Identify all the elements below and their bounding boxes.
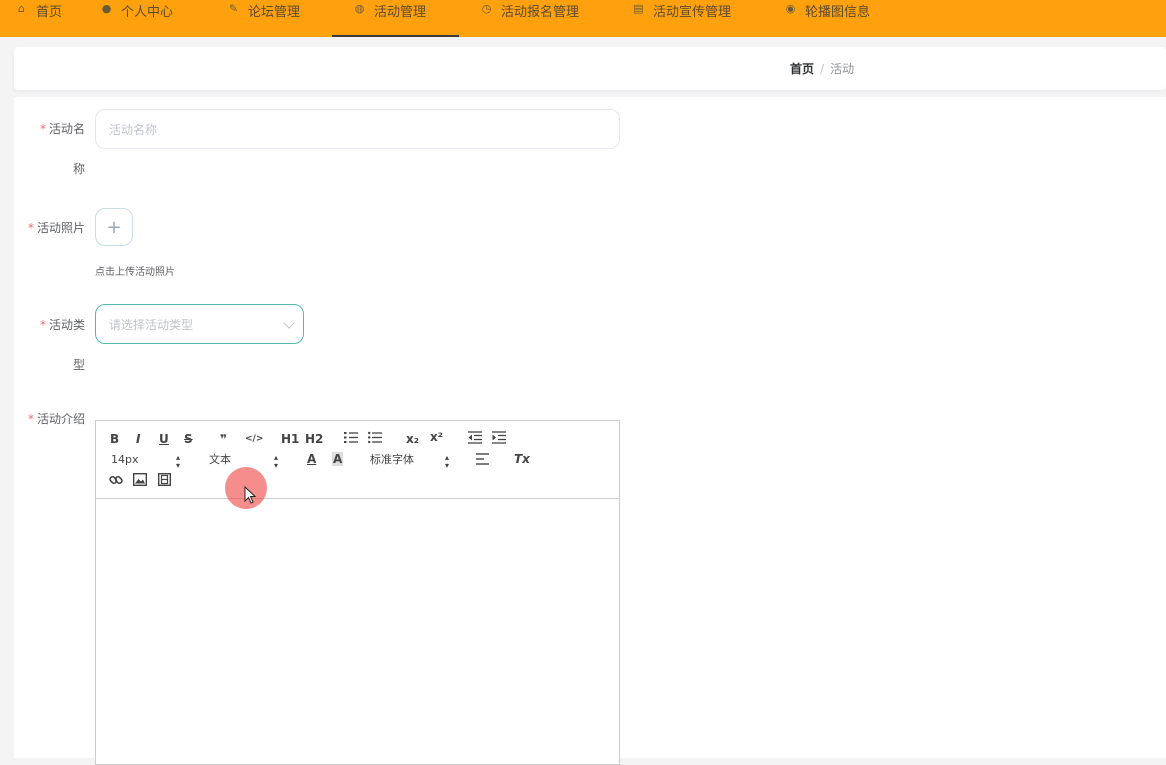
blockquote-button[interactable]: ❞ bbox=[220, 432, 227, 446]
nav-item-home[interactable]: ⌂ 首页 bbox=[15, 0, 62, 37]
italic-button[interactable]: I bbox=[136, 432, 140, 446]
pin-icon: ◉ bbox=[785, 2, 796, 15]
type-label-line2: 型 bbox=[72, 358, 85, 372]
code-block-button[interactable]: </> bbox=[245, 432, 263, 446]
activity-name-placeholder: 活动名称 bbox=[109, 122, 158, 137]
font-color-button[interactable]: A bbox=[307, 452, 316, 466]
ordered-list-icon bbox=[344, 432, 358, 443]
intro-label: * 活动介绍 bbox=[22, 409, 85, 429]
nav-item-label: 活动报名管理 bbox=[501, 5, 580, 20]
editor-toolbar: B I U S ❞ </> H1 H2 x₂ x² 14px ▴ ▾ 文本 ▴ … bbox=[96, 421, 619, 499]
nav-item-label: 活动宣传管理 bbox=[653, 5, 732, 20]
header-arrows-icon: ▴ ▾ bbox=[274, 453, 279, 470]
plus-icon: + bbox=[106, 216, 122, 238]
intro-label-text: 活动介绍 bbox=[36, 412, 85, 426]
breadcrumb: 首页 / 活动 bbox=[790, 60, 854, 77]
image-icon bbox=[132, 472, 148, 487]
nav-item-activity[interactable]: ◍ 活动管理 bbox=[332, 0, 459, 37]
activity-form: * 活动名 称 活动名称 * 活动照片 + 点击上传活动照片 * 活动类 型 请选择活… bbox=[14, 97, 1166, 765]
activity-type-select[interactable]: 请选择活动类型 bbox=[95, 304, 304, 344]
home-icon: ⌂ bbox=[18, 2, 25, 15]
clock-icon: ◷ bbox=[481, 2, 492, 15]
breadcrumb-current: 活动 bbox=[830, 62, 855, 76]
nav-item-label: 论坛管理 bbox=[248, 5, 301, 20]
nav-item-profile[interactable]: ● 个人中心 bbox=[100, 0, 173, 37]
header-select[interactable]: 文本 bbox=[209, 453, 231, 467]
user-icon: ● bbox=[101, 2, 112, 15]
nav-item-label: 个人中心 bbox=[121, 5, 174, 20]
ordered-list-button[interactable] bbox=[344, 431, 358, 447]
underline-button[interactable]: U bbox=[159, 432, 169, 446]
photo-label-text: 活动照片 bbox=[36, 221, 85, 235]
link-icon bbox=[109, 475, 123, 485]
font-family-arrows-icon: ▴ ▾ bbox=[445, 453, 450, 470]
rich-text-editor: B I U S ❞ </> H1 H2 x₂ x² 14px ▴ ▾ 文本 ▴ … bbox=[95, 420, 620, 765]
doc-icon: ▤ bbox=[633, 2, 644, 15]
align-button[interactable] bbox=[476, 453, 489, 468]
h1-button[interactable]: H1 bbox=[281, 432, 299, 446]
h2-button[interactable]: H2 bbox=[305, 432, 323, 446]
indent-icon bbox=[492, 431, 506, 444]
nav-item-label: 首页 bbox=[36, 5, 63, 20]
link-button[interactable] bbox=[109, 473, 123, 490]
clean-format-button[interactable]: Tx bbox=[514, 452, 530, 466]
outdent-icon bbox=[468, 431, 482, 444]
font-size-arrows-icon: ▴ ▾ bbox=[176, 453, 181, 470]
bullet-list-icon bbox=[368, 431, 382, 444]
upload-tip: 点击上传活动照片 bbox=[95, 267, 175, 278]
required-mark: * bbox=[39, 122, 46, 136]
breadcrumb-home[interactable]: 首页 bbox=[790, 62, 814, 76]
background-color-button[interactable]: A bbox=[332, 452, 344, 466]
edit-icon: ✎ bbox=[228, 2, 239, 15]
name-label-line2: 称 bbox=[72, 162, 85, 176]
globe-icon: ◍ bbox=[354, 2, 365, 15]
indent-button[interactable] bbox=[492, 431, 506, 447]
photo-upload-button[interactable]: + bbox=[95, 208, 133, 246]
type-label: * 活动类 bbox=[36, 315, 85, 335]
name-label: * 活动名 bbox=[36, 119, 85, 139]
font-family-select[interactable]: 标准字体 bbox=[370, 453, 414, 467]
breadcrumb-separator: / bbox=[820, 62, 825, 76]
editor-content-area[interactable] bbox=[96, 499, 619, 765]
required-mark: * bbox=[27, 221, 34, 235]
video-button[interactable] bbox=[157, 472, 172, 489]
subscript-button[interactable]: x₂ bbox=[406, 432, 419, 446]
chevron-down-icon bbox=[283, 317, 295, 329]
bold-button[interactable]: B bbox=[110, 432, 119, 446]
nav-item-forum[interactable]: ✎ 论坛管理 bbox=[227, 0, 300, 37]
name-label-text: 活动名 bbox=[48, 122, 85, 136]
required-mark: * bbox=[27, 412, 34, 426]
required-mark: * bbox=[39, 318, 46, 332]
breadcrumb-bar: 首页 / 活动 bbox=[14, 47, 1166, 90]
mouse-cursor-icon bbox=[244, 486, 256, 504]
nav-item-promo[interactable]: ▤ 活动宣传管理 bbox=[632, 0, 731, 37]
nav-item-label: 轮播图信息 bbox=[805, 5, 871, 20]
activity-name-input[interactable]: 活动名称 bbox=[95, 109, 620, 149]
activity-type-placeholder: 请选择活动类型 bbox=[109, 317, 194, 332]
nav-item-label: 活动管理 bbox=[374, 5, 427, 20]
outdent-button[interactable] bbox=[468, 431, 482, 447]
type-label-text: 活动类 bbox=[48, 318, 85, 332]
bullet-list-button[interactable] bbox=[368, 431, 382, 447]
superscript-button[interactable]: x² bbox=[430, 430, 443, 444]
nav-item-signup[interactable]: ◷ 活动报名管理 bbox=[480, 0, 579, 37]
image-button[interactable] bbox=[132, 472, 148, 489]
align-left-icon bbox=[476, 453, 489, 465]
video-icon bbox=[157, 472, 172, 487]
top-nav: ⌂ 首页 ● 个人中心 ✎ 论坛管理 ◍ 活动管理 ◷ 活动报名管理 ▤ 活动宣… bbox=[0, 0, 1166, 37]
font-size-select[interactable]: 14px bbox=[111, 453, 139, 467]
strike-button[interactable]: S bbox=[184, 432, 193, 446]
nav-item-carousel[interactable]: ◉ 轮播图信息 bbox=[784, 0, 870, 37]
photo-label: * 活动照片 bbox=[22, 218, 85, 238]
